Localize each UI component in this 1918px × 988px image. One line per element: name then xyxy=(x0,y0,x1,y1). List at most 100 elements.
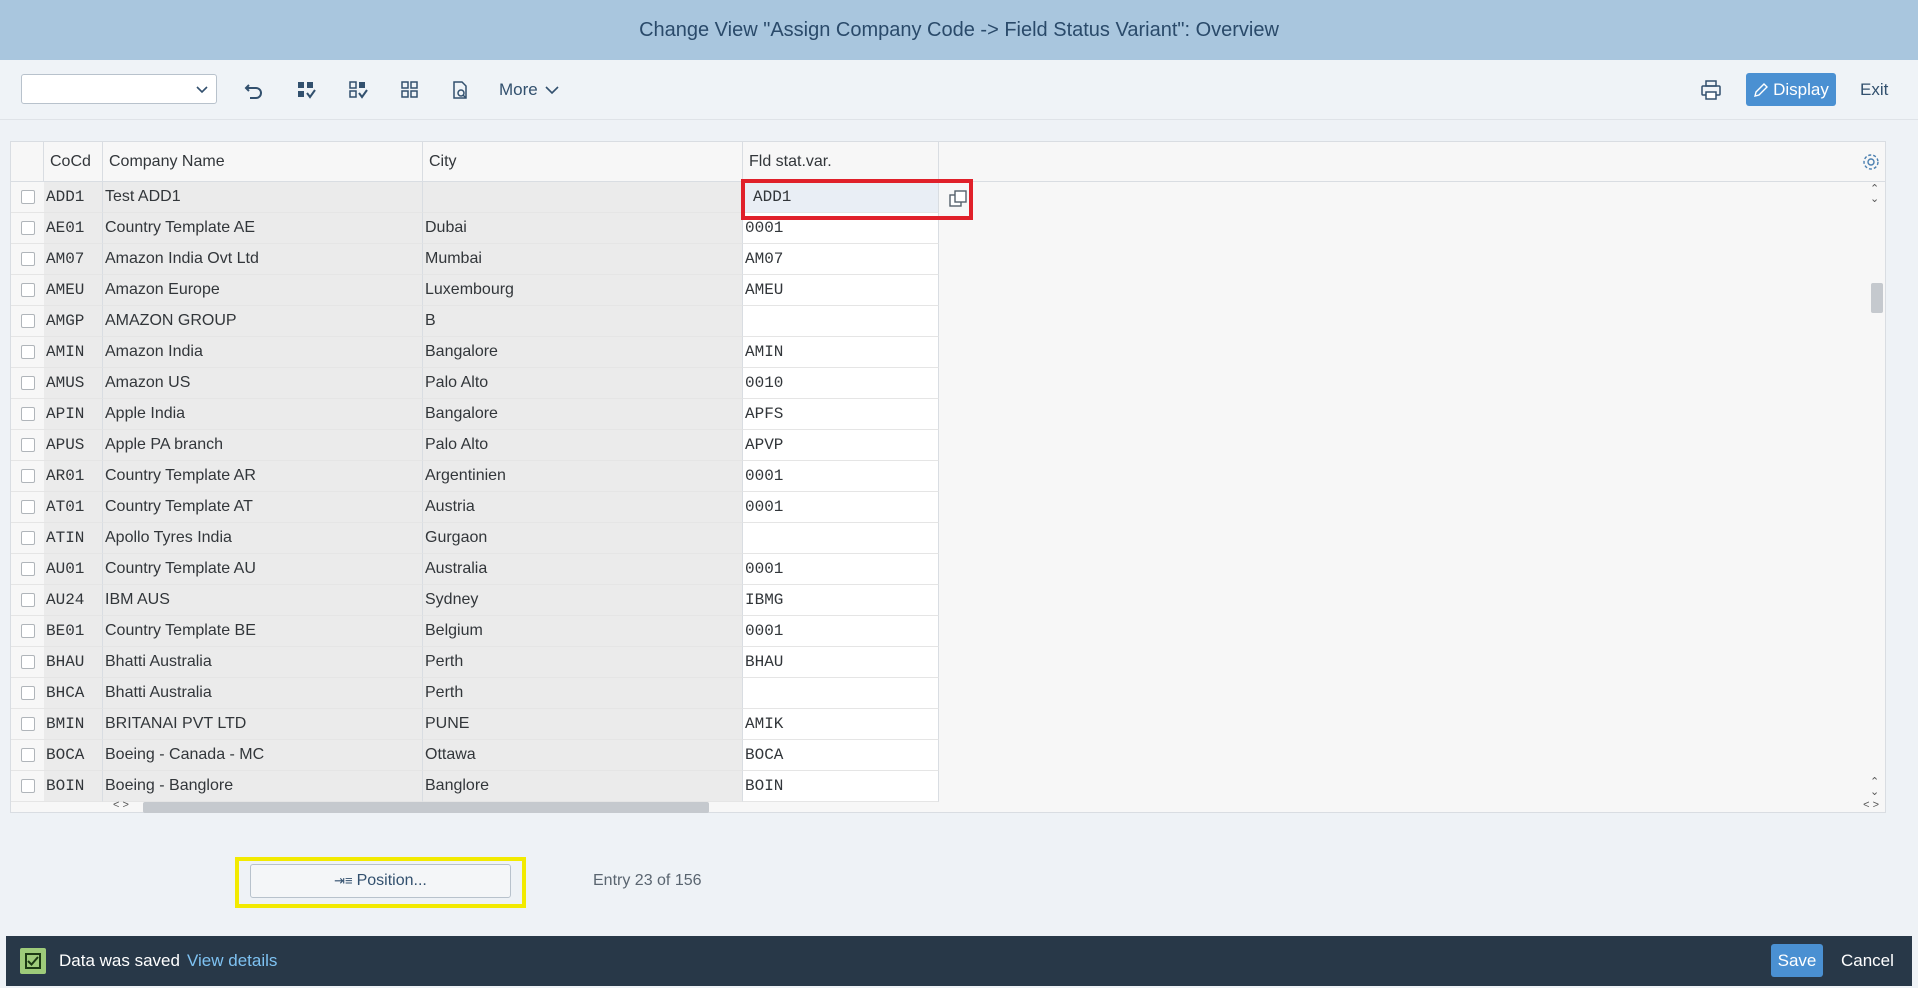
document-search-icon[interactable] xyxy=(446,76,474,104)
column-header-company-name[interactable]: Company Name xyxy=(103,142,423,182)
column-header-fld-stat-var[interactable]: Fld stat.var. xyxy=(743,142,939,182)
row-selector[interactable] xyxy=(11,554,44,585)
cell-field-status-variant[interactable]: BOCA xyxy=(743,740,939,771)
position-button[interactable]: ⇥≡ Position... xyxy=(250,864,511,898)
select-block-icon[interactable] xyxy=(344,76,372,104)
table-row[interactable]: AMUS Amazon US Palo Alto 0010 xyxy=(11,368,1867,399)
scroll-left-icon[interactable]: < > xyxy=(113,799,129,811)
cell-field-status-variant[interactable]: AMIN xyxy=(743,337,939,368)
undo-icon[interactable] xyxy=(240,76,268,104)
row-checkbox[interactable] xyxy=(20,624,35,638)
more-menu-button[interactable]: More xyxy=(499,78,560,102)
row-selector[interactable] xyxy=(11,399,44,430)
table-row[interactable]: AMGP AMAZON GROUP B xyxy=(11,306,1867,337)
print-icon[interactable] xyxy=(1697,76,1725,104)
row-checkbox[interactable] xyxy=(20,593,35,607)
row-selector[interactable] xyxy=(11,368,44,399)
row-selector[interactable] xyxy=(11,275,44,306)
column-header-city[interactable]: City xyxy=(423,142,743,182)
scroll-up-icon[interactable]: ⌃ ⌄ xyxy=(1870,184,1879,205)
row-checkbox[interactable] xyxy=(20,345,35,359)
table-row[interactable]: BOIN Boeing - Banglore Banglore BOIN xyxy=(11,771,1867,802)
cell-field-status-variant[interactable]: IBMG xyxy=(743,585,939,616)
cell-field-status-variant[interactable] xyxy=(743,306,939,337)
cell-field-status-variant[interactable] xyxy=(743,523,939,554)
horizontal-scrollbar[interactable]: < > < > xyxy=(103,799,1885,813)
exit-button[interactable]: Exit xyxy=(1860,73,1888,106)
cell-field-status-variant[interactable]: AMIK xyxy=(743,709,939,740)
row-selector[interactable] xyxy=(11,647,44,678)
display-button[interactable]: Display xyxy=(1746,73,1836,106)
row-checkbox[interactable] xyxy=(20,376,35,390)
cell-field-status-variant[interactable]: 0001 xyxy=(743,461,939,492)
row-checkbox[interactable] xyxy=(20,748,35,762)
row-checkbox[interactable] xyxy=(20,314,35,328)
row-selector[interactable] xyxy=(11,337,44,368)
table-settings-icon[interactable] xyxy=(1861,152,1881,172)
table-row[interactable]: AM07 Amazon India Ovt Ltd Mumbai AM07 xyxy=(11,244,1867,275)
row-checkbox[interactable] xyxy=(20,190,35,204)
row-checkbox[interactable] xyxy=(20,438,35,452)
row-selector[interactable] xyxy=(11,430,44,461)
table-row[interactable]: AE01 Country Template AE Dubai 0001 xyxy=(11,213,1867,244)
table-row[interactable]: BE01 Country Template BE Belgium 0001 xyxy=(11,616,1867,647)
cell-field-status-variant[interactable]: 0001 xyxy=(743,554,939,585)
row-checkbox[interactable] xyxy=(20,655,35,669)
column-header-cocd[interactable]: CoCd xyxy=(44,142,103,182)
table-row[interactable]: ATIN Apollo Tyres India Gurgaon xyxy=(11,523,1867,554)
table-row[interactable]: AMEU Amazon Europe Luxembourg AMEU xyxy=(11,275,1867,306)
row-checkbox[interactable] xyxy=(20,407,35,421)
table-row[interactable]: AMIN Amazon India Bangalore AMIN xyxy=(11,337,1867,368)
row-selector[interactable] xyxy=(11,182,44,213)
scroll-down-icon[interactable]: ⌃ ⌄ xyxy=(1870,777,1879,798)
row-checkbox[interactable] xyxy=(20,252,35,266)
table-row[interactable]: BOCA Boeing - Canada - MC Ottawa BOCA xyxy=(11,740,1867,771)
cell-field-status-variant[interactable]: 0001 xyxy=(743,616,939,647)
row-selector[interactable] xyxy=(11,523,44,554)
cell-field-status-variant[interactable] xyxy=(743,678,939,709)
row-checkbox[interactable] xyxy=(20,562,35,576)
table-row[interactable]: AU01 Country Template AU Australia 0001 xyxy=(11,554,1867,585)
deselect-all-icon[interactable] xyxy=(396,76,424,104)
row-checkbox[interactable] xyxy=(20,779,35,793)
table-row[interactable]: BMIN BRITANAI PVT LTD PUNE AMIK xyxy=(11,709,1867,740)
cell-field-status-variant[interactable]: 0001 xyxy=(743,492,939,523)
row-selector[interactable] xyxy=(11,492,44,523)
vertical-scrollbar[interactable]: ⌃ ⌄ ⌃ ⌄ xyxy=(1867,182,1885,799)
table-row[interactable]: APIN Apple India Bangalore APFS xyxy=(11,399,1867,430)
cancel-button[interactable]: Cancel xyxy=(1841,951,1894,971)
table-row[interactable]: ADD1 Test ADD1 ADD1 xyxy=(11,182,1867,213)
row-selector[interactable] xyxy=(11,461,44,492)
table-row[interactable]: AR01 Country Template AR Argentinien 0001 xyxy=(11,461,1867,492)
row-checkbox[interactable] xyxy=(20,717,35,731)
row-selector[interactable] xyxy=(11,709,44,740)
row-selector[interactable] xyxy=(11,740,44,771)
cell-field-status-variant[interactable]: APVP xyxy=(743,430,939,461)
horizontal-scroll-thumb[interactable] xyxy=(143,802,709,813)
save-button[interactable]: Save xyxy=(1771,944,1823,977)
row-checkbox[interactable] xyxy=(20,283,35,297)
row-selector[interactable] xyxy=(11,213,44,244)
cell-field-status-variant[interactable]: 0001 xyxy=(743,213,939,244)
cell-field-status-variant[interactable]: BHAU xyxy=(743,647,939,678)
row-selector[interactable] xyxy=(11,616,44,647)
table-row[interactable]: BHCA Bhatti Australia Perth xyxy=(11,678,1867,709)
row-checkbox[interactable] xyxy=(20,469,35,483)
variant-select[interactable] xyxy=(21,74,217,104)
cell-field-status-variant[interactable]: ADD1 xyxy=(743,182,939,213)
vertical-scroll-thumb[interactable] xyxy=(1871,283,1883,313)
row-checkbox[interactable] xyxy=(20,531,35,545)
row-checkbox[interactable] xyxy=(20,221,35,235)
row-selector[interactable] xyxy=(11,678,44,709)
table-row[interactable]: BHAU Bhatti Australia Perth BHAU xyxy=(11,647,1867,678)
view-details-link[interactable]: View details xyxy=(187,951,277,971)
table-row[interactable]: APUS Apple PA branch Palo Alto APVP xyxy=(11,430,1867,461)
row-selector[interactable] xyxy=(11,306,44,337)
table-row[interactable]: AU24 IBM AUS Sydney IBMG xyxy=(11,585,1867,616)
row-selector[interactable] xyxy=(11,771,44,802)
row-checkbox[interactable] xyxy=(20,686,35,700)
row-checkbox[interactable] xyxy=(20,500,35,514)
scroll-right-icon[interactable]: < > xyxy=(1863,799,1879,811)
cell-field-status-variant[interactable]: APFS xyxy=(743,399,939,430)
row-selector[interactable] xyxy=(11,585,44,616)
